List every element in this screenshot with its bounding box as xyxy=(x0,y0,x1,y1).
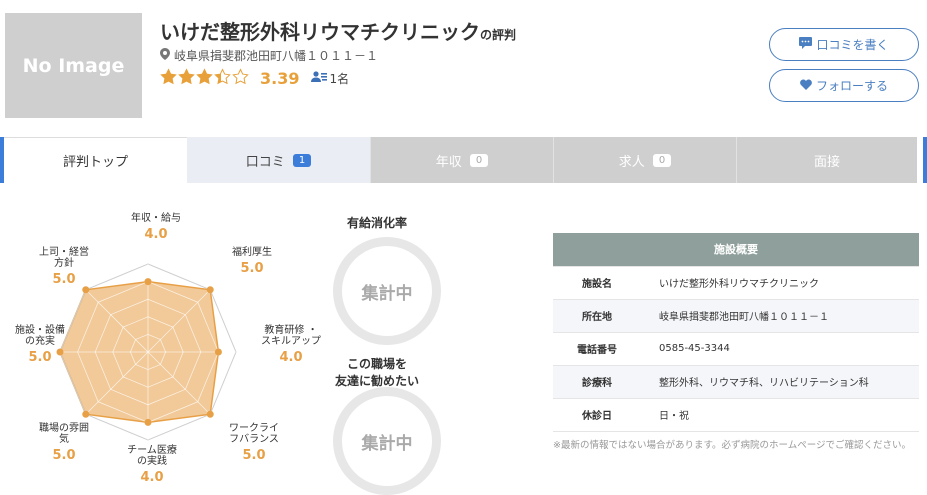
tab-reputation-top[interactable]: 評判トップ xyxy=(4,137,187,183)
paid-leave-value: 集計中 xyxy=(361,283,413,304)
star-rating xyxy=(160,68,250,89)
row-value: 0585-45-3344 xyxy=(641,332,919,366)
radar-point xyxy=(56,348,64,356)
radar-value-label: 4.0 xyxy=(140,470,163,485)
radar-axis-label: 施設・設備の充実 xyxy=(15,323,65,347)
radar-value-label: 4.0 xyxy=(279,350,302,365)
radar-point xyxy=(206,410,214,418)
table-row: 電話番号 0585-45-3344 xyxy=(553,332,919,366)
review-count-badge: 1 xyxy=(292,153,312,167)
radar-value-label: 5.0 xyxy=(28,350,51,365)
table-row: 所在地 岐阜県揖斐郡池田町八幡１０１１－１ xyxy=(553,299,919,333)
title-suffix: の評判 xyxy=(480,28,517,42)
row-value: 岐阜県揖斐郡池田町八幡１０１１－１ xyxy=(641,299,919,333)
hospital-name: いけだ整形外科リウマチクリニック xyxy=(160,20,480,44)
radar-point xyxy=(206,286,214,294)
star-icon xyxy=(196,68,213,85)
recommend-gauge: 集計中 xyxy=(333,387,441,495)
recommend-title: この職場を 友達に勧めたい xyxy=(334,357,419,388)
star-icon xyxy=(214,68,231,85)
radar-value-label: 5.0 xyxy=(240,261,263,276)
tab-jobs[interactable]: 求人 0 xyxy=(553,137,736,183)
radar-axis-label: チーム医療の実践 xyxy=(127,443,177,467)
reviewer-count-text: 1名 xyxy=(329,72,350,86)
star-icon xyxy=(160,68,177,85)
rating-row: 3.39 1名 xyxy=(160,68,349,89)
tab-reviews[interactable]: 口コミ 1 xyxy=(187,137,370,183)
radar-value-label: 5.0 xyxy=(52,448,75,463)
radar-chart: 年収・給与 4.0 福利厚生 5.0 教育研修 ・スキルアップ 4.0 ワークライフバランス… xyxy=(15,211,321,485)
radar-point xyxy=(144,418,152,426)
hospital-title: いけだ整形外科リウマチクリニックの評判 xyxy=(160,16,516,45)
radar-axis-label: 年収・給与 xyxy=(131,211,181,224)
write-review-label: 口コミを書く xyxy=(816,38,889,52)
tab-salary[interactable]: 年収 0 xyxy=(370,137,553,183)
tab-bar: 評判トップ 口コミ 1 年収 0 求人 0 面接 xyxy=(0,137,927,183)
paid-leave-gauge: 集計中 xyxy=(333,237,441,345)
radar-point xyxy=(82,286,90,294)
row-label: 電話番号 xyxy=(553,332,641,366)
row-label: 施設名 xyxy=(553,266,641,300)
address-text: 岐阜県揖斐郡池田町八幡１０１１－１ xyxy=(174,49,379,63)
tab-label: 口コミ xyxy=(245,154,285,170)
tab-label: 評判トップ xyxy=(62,155,128,170)
row-label: 所在地 xyxy=(553,299,641,333)
radar-axis-label: 上司・経営方針 xyxy=(39,245,89,269)
disclaimer-note: ※最新の情報ではない場合があります。必ず病院のホームページでご確認ください。 xyxy=(553,440,912,451)
table-row: 施設名 いけだ整形外科リウマチクリニック xyxy=(553,266,919,300)
hospital-image-placeholder: No Image xyxy=(5,13,142,118)
hospital-address: 岐阜県揖斐郡池田町八幡１０１１－１ xyxy=(160,47,378,64)
people-icon xyxy=(311,71,328,86)
salary-count-badge: 0 xyxy=(469,153,489,167)
table-row: 診療科 整形外科、リウマチ科、リハビリテーション科 xyxy=(553,365,919,399)
jobs-count-badge: 0 xyxy=(652,153,672,167)
radar-axis-label: 福利厚生 xyxy=(232,245,272,258)
recommend-value: 集計中 xyxy=(361,433,413,454)
radar-axis-label: 教育研修 ・スキルアップ xyxy=(261,323,321,347)
facility-heading: 施設概要 xyxy=(553,233,919,267)
comment-icon xyxy=(799,37,813,52)
paid-leave-title: 有給消化率 xyxy=(346,216,407,230)
radar-value-label: 4.0 xyxy=(144,227,167,242)
radar-point xyxy=(214,348,222,356)
follow-label: フォローする xyxy=(815,79,888,93)
radar-axis-label: ワークライフバランス xyxy=(229,422,279,445)
row-value: 日・祝 xyxy=(641,398,919,432)
radar-value-label: 5.0 xyxy=(52,272,75,287)
write-review-button[interactable]: 口コミを書く xyxy=(769,28,919,61)
star-icon xyxy=(232,68,249,85)
reviewer-count: 1名 xyxy=(311,70,349,87)
follow-button[interactable]: フォローする xyxy=(769,69,919,102)
location-pin-icon xyxy=(160,48,170,63)
radar-value-label: 5.0 xyxy=(242,448,265,463)
table-row: 休診日 日・祝 xyxy=(553,398,919,432)
facility-overview-table: 施設概要 施設名 いけだ整形外科リウマチクリニック 所在地 岐阜県揖斐郡池田町八幡１… xyxy=(553,233,919,432)
tab-label: 求人 xyxy=(618,154,645,170)
row-value: いけだ整形外科リウマチクリニック xyxy=(641,266,919,300)
row-label: 休診日 xyxy=(553,398,641,432)
tab-label: 面接 xyxy=(813,154,840,170)
tab-interview[interactable]: 面接 xyxy=(736,137,917,183)
radar-point xyxy=(144,278,152,286)
radar-point xyxy=(82,410,90,418)
heart-icon xyxy=(800,78,812,93)
row-value: 整形外科、リウマチ科、リハビリテーション科 xyxy=(641,365,919,399)
tab-label: 年収 xyxy=(435,154,462,170)
star-icon xyxy=(178,68,195,85)
row-label: 診療科 xyxy=(553,365,641,399)
rating-score: 3.39 xyxy=(260,69,300,88)
hospital-header: No Image いけだ整形外科リウマチクリニックの評判 岐阜県揖斐郡池田町八幡… xyxy=(0,0,927,135)
radar-axis-label: 職場の雰囲気 xyxy=(39,421,89,445)
